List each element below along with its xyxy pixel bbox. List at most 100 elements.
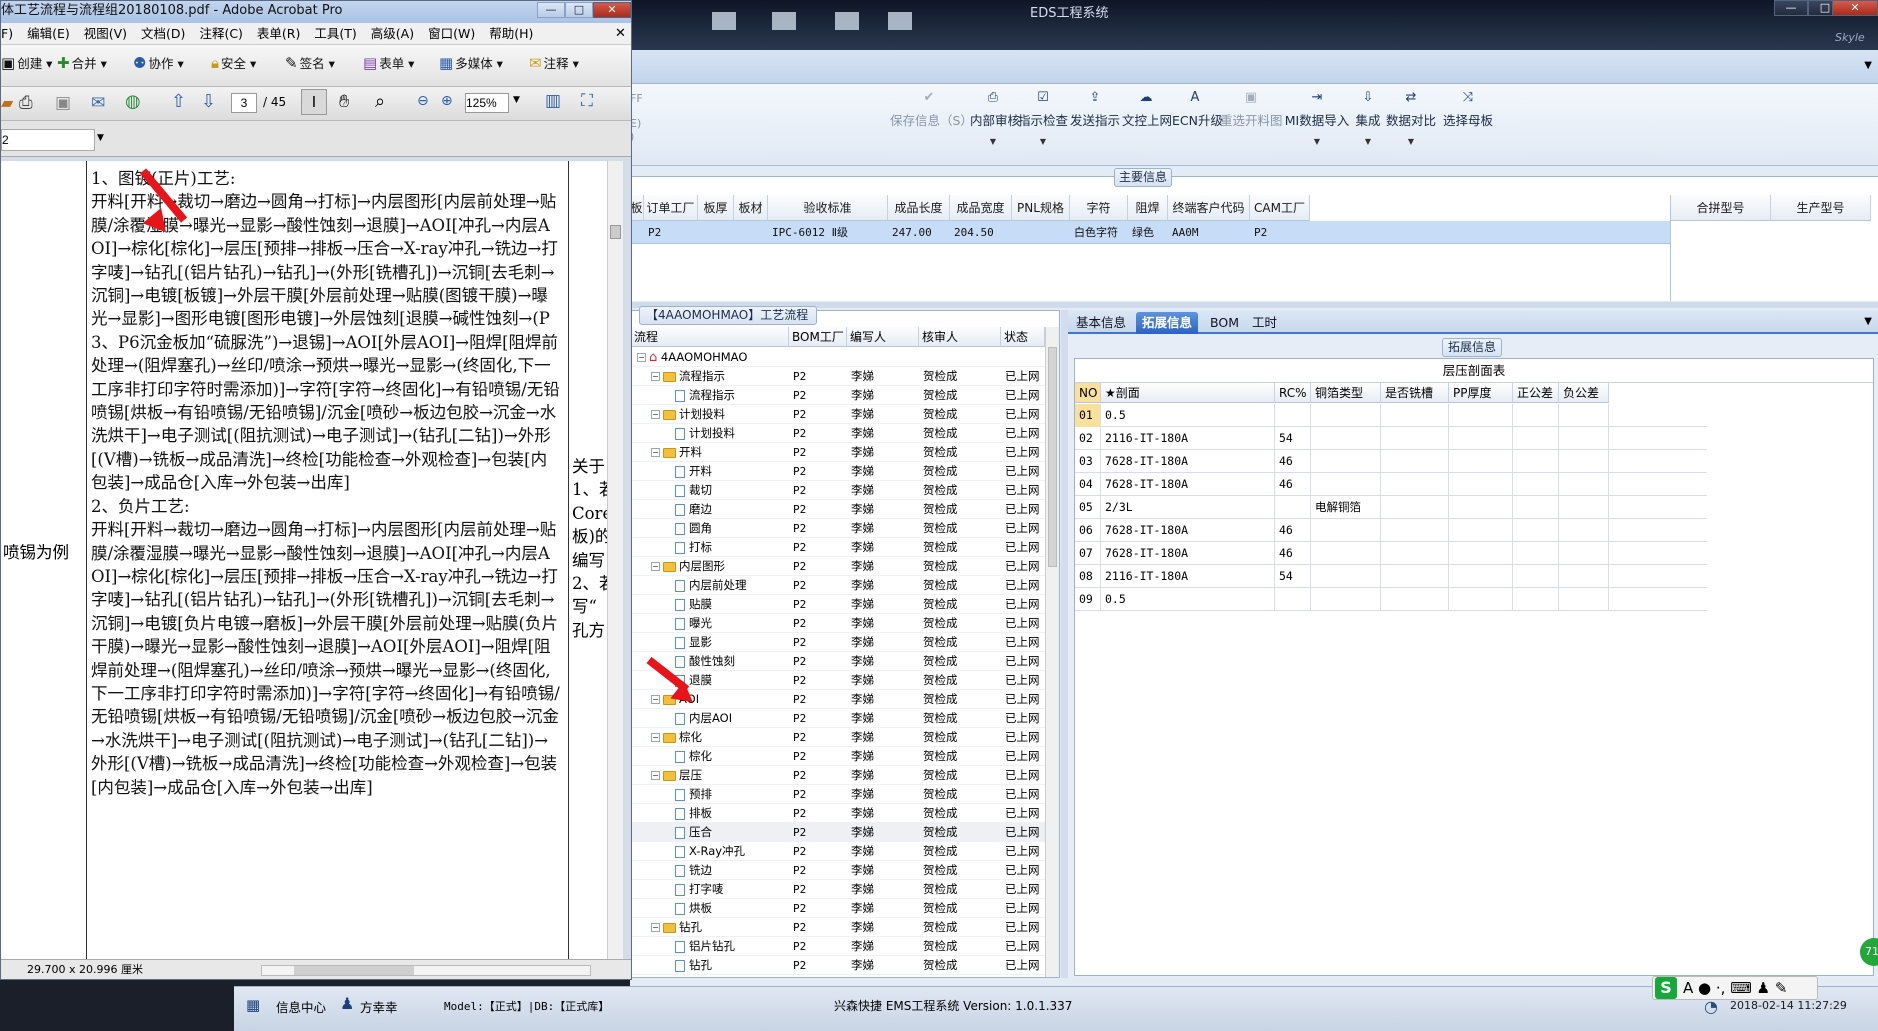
flow-row[interactable]: 排板 P2 李娣 贺检成 已上网 xyxy=(631,804,1045,823)
stack-cell[interactable] xyxy=(1513,588,1559,611)
stack-col-header[interactable]: ★剖面 xyxy=(1101,383,1275,403)
download-button[interactable]: ⇩ 集成 ▼ xyxy=(1352,86,1384,164)
compare-button[interactable]: ⇄ 数据对比 ▼ xyxy=(1386,86,1436,164)
close-doc-icon[interactable]: ✕ xyxy=(615,23,626,44)
cloud-upload-button[interactable]: ☁ 文控上网 xyxy=(1122,86,1172,164)
stack-cell[interactable] xyxy=(1559,450,1609,473)
stack-cell[interactable] xyxy=(1513,496,1559,519)
stack-cell[interactable] xyxy=(1559,427,1609,450)
print-icon[interactable]: ⎙ xyxy=(19,93,33,113)
quick-access-icon[interactable] xyxy=(772,12,796,30)
stack-cell[interactable] xyxy=(1311,427,1381,450)
col-header[interactable]: PNL规格 xyxy=(1012,195,1070,221)
flow-col-header[interactable]: 核审人 xyxy=(919,327,1001,347)
flow-row[interactable]: 内层AOI P2 李娣 贺检成 已上网 xyxy=(631,709,1045,728)
menu-item[interactable]: F) xyxy=(1,26,13,41)
flow-row[interactable]: 磨边 P2 李娣 贺检成 已上网 xyxy=(631,500,1045,519)
col-header[interactable]: 阻焊 xyxy=(1128,195,1168,221)
flow-row[interactable]: 打标 P2 李娣 贺检成 已上网 xyxy=(631,538,1045,557)
stack-cell[interactable] xyxy=(1513,473,1559,496)
flow-row[interactable]: 钻孔 P2 李娣 贺检成 已上网 xyxy=(631,956,1045,975)
stack-cell[interactable]: 0.5 xyxy=(1101,404,1275,427)
stack-row[interactable]: 04 7628-IT-180A 46 xyxy=(1075,473,1707,496)
select-tool-icon[interactable]: I xyxy=(301,89,327,115)
stack-cell[interactable] xyxy=(1381,565,1449,588)
flow-row[interactable]: 显影 P2 李娣 贺检成 已上网 xyxy=(631,633,1045,652)
stack-cell[interactable]: 46 xyxy=(1275,450,1311,473)
flow-row[interactable]: − 流程指示 P2 李娣 贺检成 已上网 xyxy=(631,367,1045,386)
flow-row[interactable]: 棕化 P2 李娣 贺检成 已上网 xyxy=(631,747,1045,766)
flow-row[interactable]: 烘板 P2 李娣 贺检成 已上网 xyxy=(631,899,1045,918)
stack-cell[interactable] xyxy=(1559,519,1609,542)
stack-cell[interactable]: 54 xyxy=(1275,427,1311,450)
menu-item[interactable]: 视图(V) xyxy=(84,26,127,41)
flow-row[interactable]: X-Ray冲孔 P2 李娣 贺检成 已上网 xyxy=(631,842,1045,861)
close-button[interactable]: ✕ xyxy=(1832,0,1878,16)
col-header[interactable]: 板 xyxy=(630,195,644,221)
stack-cell[interactable] xyxy=(1559,565,1609,588)
flow-row[interactable]: 开料 P2 李娣 贺检成 已上网 xyxy=(631,462,1045,481)
flow-col-header[interactable]: BOM工厂 xyxy=(789,327,847,347)
flow-row[interactable]: 压合 P2 李娣 贺检成 已上网 xyxy=(631,823,1045,842)
menu-item[interactable]: 注释(C) xyxy=(199,26,242,41)
acro-close-button[interactable]: ✕ xyxy=(593,2,631,18)
stack-cell[interactable]: 54 xyxy=(1275,565,1311,588)
col-header[interactable]: 成品宽度 xyxy=(950,195,1012,221)
stack-cell[interactable] xyxy=(1449,496,1513,519)
stack-cell[interactable] xyxy=(1449,588,1513,611)
tab-basic-info[interactable]: 基本信息 xyxy=(1070,312,1132,334)
stack-cell[interactable] xyxy=(1381,519,1449,542)
folder-icon[interactable]: ▰ xyxy=(1,93,13,112)
comment-button[interactable]: ✉ 注释 ▾ xyxy=(529,53,579,72)
flow-col-header[interactable]: 状态 xyxy=(1001,327,1045,347)
stack-col-header[interactable]: 铜箔类型 xyxy=(1311,383,1381,403)
create-button[interactable]: ▣ 创建 ▾ xyxy=(1,53,52,72)
stack-cell[interactable] xyxy=(1381,542,1449,565)
stack-cell[interactable]: 46 xyxy=(1275,473,1311,496)
menu-item[interactable]: 工具(T) xyxy=(314,26,356,41)
col-header[interactable]: 订单工厂 xyxy=(644,195,698,221)
checkmark-button[interactable]: ✔ 保存信息（S） xyxy=(890,86,973,164)
flow-row[interactable]: 裁切 P2 李娣 贺检成 已上网 xyxy=(631,481,1045,500)
flow-col-header[interactable]: 流程 xyxy=(631,327,789,347)
check-box-button[interactable]: ☑ 指示检查 ▼ xyxy=(1018,86,1068,164)
ime-mode-icon[interactable]: A ● ·, ⌨ ♟ ✎ xyxy=(1683,979,1787,997)
stack-col-header[interactable]: 正公差 xyxy=(1513,383,1559,403)
flow-row[interactable]: 贴膜 P2 李娣 贺检成 已上网 xyxy=(631,595,1045,614)
stack-cell[interactable] xyxy=(1449,473,1513,496)
zoom-tool-icon[interactable]: ⌕ xyxy=(375,91,385,112)
quick-access-icon[interactable] xyxy=(888,12,912,30)
vertical-splitter[interactable] xyxy=(1061,310,1068,978)
flow-row[interactable]: − 棕化 P2 李娣 贺检成 已上网 xyxy=(631,728,1045,747)
stack-row[interactable]: 06 7628-IT-180A 46 xyxy=(1075,519,1707,542)
stack-col-header[interactable]: NO xyxy=(1075,383,1101,403)
stack-row[interactable]: 05 2/3L 电解铜箔 xyxy=(1075,496,1707,519)
flow-row[interactable]: 退膜 P2 李娣 贺检成 已上网 xyxy=(631,671,1045,690)
stack-row[interactable]: 01 0.5 xyxy=(1075,404,1707,427)
zoom-input[interactable] xyxy=(465,93,509,113)
stack-cell[interactable]: 7628-IT-180A xyxy=(1101,519,1275,542)
security-button[interactable]: 🔒︎ 安全 ▾ xyxy=(211,53,256,72)
col-header[interactable]: 生产型号 xyxy=(1771,195,1871,221)
stack-cell[interactable]: 0.5 xyxy=(1101,588,1275,611)
stack-cell[interactable] xyxy=(1311,473,1381,496)
stack-cell[interactable] xyxy=(1449,542,1513,565)
stack-col-header[interactable]: RC% xyxy=(1275,383,1311,403)
zoom-in-icon[interactable]: ⊕ xyxy=(441,93,453,109)
chevron-down-icon[interactable]: ▼ xyxy=(1352,137,1384,146)
menu-item[interactable]: 文档(D) xyxy=(141,26,185,41)
stack-cell[interactable] xyxy=(1513,450,1559,473)
ime-toolbar[interactable]: S A ● ·, ⌨ ♟ ✎ xyxy=(1652,976,1818,1000)
stack-cell[interactable] xyxy=(1381,588,1449,611)
flow-row[interactable]: 内层前处理 P2 李娣 贺检成 已上网 xyxy=(631,576,1045,595)
flow-row[interactable]: − 层压 P2 李娣 贺检成 已上网 xyxy=(631,766,1045,785)
col-header[interactable]: 字符 xyxy=(1070,195,1128,221)
minimize-button[interactable]: — xyxy=(1774,0,1808,16)
flow-row[interactable]: 酸性蚀刻 P2 李娣 贺检成 已上网 xyxy=(631,652,1045,671)
menu-item[interactable]: 表单(R) xyxy=(257,26,300,41)
import-button[interactable]: ⇥ MI数据导入 ▼ xyxy=(1284,86,1350,164)
stack-cell[interactable]: 2116-IT-180A xyxy=(1101,565,1275,588)
flow-row[interactable]: 铝片钻孔 P2 李娣 贺检成 已上网 xyxy=(631,937,1045,956)
stack-cell[interactable] xyxy=(1513,427,1559,450)
flow-row[interactable]: − 开料 P2 李娣 贺检成 已上网 xyxy=(631,443,1045,462)
